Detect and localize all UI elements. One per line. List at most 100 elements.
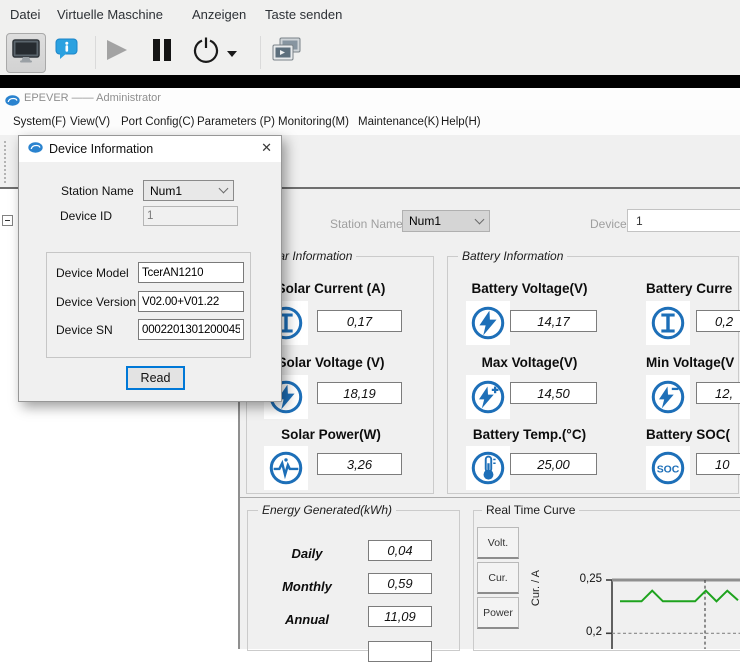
metric-label: Solar Power(W) (246, 427, 416, 442)
curve-tab-volt[interactable]: Volt. (477, 527, 519, 559)
screenshot-icon (272, 37, 302, 68)
curve-tab-cur[interactable]: Cur. (477, 562, 519, 594)
metric-label: Max Voltage(V) (452, 355, 607, 370)
run-button[interactable] (103, 39, 131, 65)
curve-plot (604, 577, 740, 649)
energy-daily-label: Daily (262, 546, 352, 561)
pause-button[interactable] (148, 39, 176, 65)
device-model-label: Device Model (56, 266, 129, 280)
energy-annual-field[interactable]: 11,09 (368, 606, 432, 627)
device-id-field[interactable]: 1 (627, 209, 740, 232)
dialog-station-name-select[interactable]: Num1 (143, 180, 234, 201)
min-voltage-icon (646, 375, 690, 419)
chevron-down-icon (475, 214, 485, 224)
read-button[interactable]: Read (126, 366, 185, 390)
svg-text:SOC: SOC (657, 464, 680, 475)
min-voltage-field[interactable]: 12, (696, 382, 740, 404)
station-name-label: Station Name (330, 217, 403, 231)
battery-current-field[interactable]: 0,2 (696, 310, 740, 332)
show-information-button[interactable] (54, 40, 80, 64)
app-menu-maintenance[interactable]: Maintenance(K) (358, 110, 439, 135)
shutdown-icon (192, 36, 220, 69)
dialog-station-name-value: Num1 (150, 184, 182, 198)
energy-daily-field[interactable]: 0,04 (368, 540, 432, 561)
energy-generated-title: Energy Generated(kWh) (258, 503, 396, 517)
station-name-select[interactable]: Num1 (402, 210, 490, 232)
solar-voltage-field[interactable]: 18,19 (317, 382, 402, 404)
vm-menu-send-key[interactable]: Taste senden (265, 0, 342, 30)
app-menu-help[interactable]: Help(H) (441, 110, 481, 135)
temperature-icon (466, 446, 510, 490)
battery-soc-field[interactable]: 10 (696, 453, 740, 475)
tree-collapse-toggle[interactable] (2, 215, 13, 226)
energy-extra-field[interactable] (368, 641, 432, 662)
vm-menubar: Datei Virtuelle Maschine Anzeigen Taste … (0, 0, 740, 31)
max-voltage-field[interactable]: 14,50 (510, 382, 597, 404)
curve-series (620, 591, 738, 602)
curve-y-axis-label: Cur. / A (530, 570, 542, 606)
device-id-value: 1 (636, 214, 643, 228)
epever-logo-icon (5, 93, 20, 111)
app-menubar: System(F) View(V) Port Config(C) Paramet… (0, 110, 740, 135)
battery-information-title: Battery Information (458, 249, 567, 263)
app-menu-view[interactable]: View(V) (70, 110, 110, 135)
chevron-down-icon (219, 184, 229, 194)
toolbar-separator (95, 36, 96, 69)
metric-label: Battery Temp.(°C) (452, 427, 607, 442)
pause-icon (149, 37, 175, 68)
screenshot-button[interactable] (271, 38, 303, 66)
app-titlebar: EPEVER —— Administrator (0, 88, 740, 110)
energy-monthly-field[interactable]: 0,59 (368, 573, 432, 594)
real-time-curve-title: Real Time Curve (482, 503, 579, 517)
dialog-titlebar[interactable]: Device Information ✕ (19, 136, 281, 162)
vm-menu-file[interactable]: Datei (10, 0, 40, 30)
app-menu-port-config[interactable]: Port Config(C) (121, 110, 195, 135)
energy-annual-label: Annual (262, 612, 352, 627)
metric-label: Battery Curre (646, 281, 740, 296)
energy-monthly-label: Monthly (262, 579, 352, 594)
voltage-icon (466, 301, 510, 345)
curve-tab-power[interactable]: Power (477, 597, 519, 629)
device-version-label: Device Version (56, 295, 136, 309)
toolbar-separator (260, 36, 261, 69)
vm-menu-virtual-machine[interactable]: Virtuelle Maschine (57, 0, 163, 30)
station-name-value: Num1 (409, 214, 441, 228)
toolbar-gripper[interactable] (4, 141, 6, 183)
dialog-device-id-field[interactable] (143, 206, 238, 226)
app-menu-parameters[interactable]: Parameters (P) (197, 110, 275, 135)
dialog-title: Device Information (49, 142, 153, 156)
app-menu-system[interactable]: System(F) (13, 110, 66, 135)
solar-power-field[interactable]: 3,26 (317, 453, 402, 475)
console-button[interactable] (6, 33, 46, 73)
bottom-divider (240, 497, 740, 498)
show-information-icon (55, 38, 79, 66)
shutdown-button[interactable] (192, 38, 220, 66)
power-wave-icon (264, 446, 308, 490)
device-model-field[interactable] (138, 262, 244, 283)
metric-label: Min Voltage(V (646, 355, 740, 370)
battery-temp-field[interactable]: 25,00 (510, 453, 597, 475)
vm-menu-view[interactable]: Anzeigen (192, 0, 246, 30)
shutdown-caret-icon (227, 44, 237, 62)
app-title: EPEVER —— Administrator (24, 92, 161, 104)
battery-voltage-field[interactable]: 14,17 (510, 310, 597, 332)
console-monitor-icon (12, 39, 40, 68)
dialog-station-name-label: Station Name (61, 184, 134, 198)
device-version-field[interactable] (138, 291, 244, 312)
device-sn-label: Device SN (56, 323, 113, 337)
close-icon[interactable]: ✕ (261, 140, 272, 156)
guest-screen-black-bar (0, 75, 740, 88)
dialog-device-id-label: Device ID (60, 209, 112, 223)
device-information-dialog: Device Information ✕ Station Name Num1 D… (18, 135, 282, 402)
device-sn-field[interactable] (138, 319, 244, 340)
shutdown-menu-button[interactable] (226, 49, 238, 57)
app-menu-monitoring[interactable]: Monitoring(M) (278, 110, 349, 135)
solar-current-field[interactable]: 0,17 (317, 310, 402, 332)
max-voltage-icon (466, 375, 510, 419)
soc-icon: SOC (646, 446, 690, 490)
epever-logo-icon (28, 140, 43, 158)
vm-toolbar (0, 30, 740, 75)
curve-ytick-025: 0,25 (560, 573, 602, 585)
current-icon (646, 301, 690, 345)
curve-ytick-02: 0,2 (560, 626, 602, 638)
